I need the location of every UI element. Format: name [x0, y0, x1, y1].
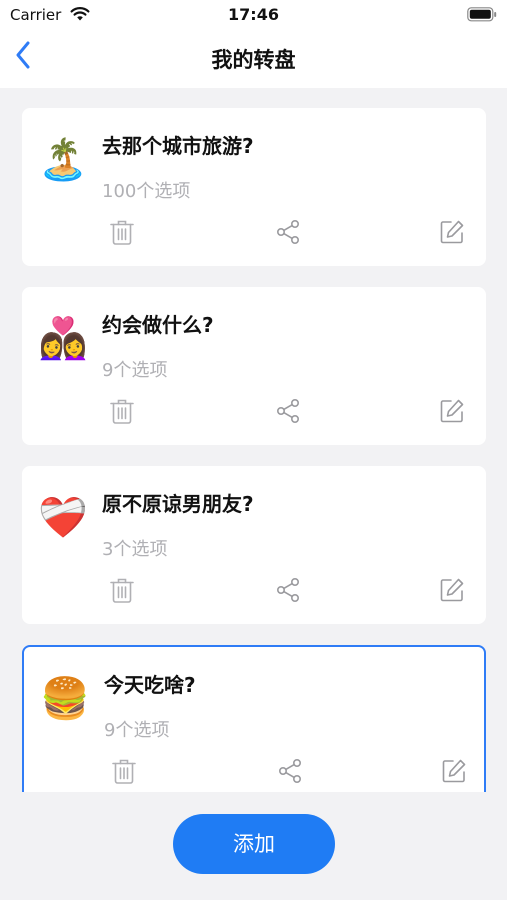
wheel-option-count: 100个选项 — [102, 181, 191, 202]
share-icon — [276, 577, 299, 602]
page-title: 我的转盘 — [211, 48, 296, 72]
hamburger-icon: 🍔 — [40, 676, 90, 722]
share-icon — [276, 219, 299, 244]
edit-button[interactable] — [438, 397, 466, 425]
delete-button[interactable] — [108, 576, 136, 604]
delete-button[interactable] — [108, 218, 136, 246]
edit-button[interactable] — [438, 576, 466, 604]
trash-icon — [110, 399, 134, 424]
wheel-card[interactable]: ❤️‍🩹 原不原谅男朋友? 3个选项 — [22, 466, 486, 624]
edit-icon — [440, 220, 464, 244]
share-button[interactable] — [276, 757, 304, 785]
card-actions — [22, 397, 486, 427]
card-actions — [22, 218, 486, 248]
trash-icon — [112, 759, 136, 784]
wheel-list[interactable]: 🏝️ 去那个城市旅游? 100个选项 👩‍❤️‍👩 约会做什么? 9个选项 — [0, 88, 507, 792]
edit-icon — [440, 578, 464, 602]
delete-button[interactable] — [108, 397, 136, 425]
top-bar: Carrier 17:46 我的转盘 — [0, 0, 507, 88]
edit-button[interactable] — [438, 218, 466, 246]
edit-icon — [442, 759, 466, 783]
wheel-card[interactable]: 🍔 今天吃啥? 9个选项 — [22, 645, 486, 792]
wheel-option-count: 9个选项 — [104, 720, 170, 741]
wheel-option-count: 3个选项 — [102, 539, 168, 560]
couple-heart-icon: 👩‍❤️‍👩 — [38, 316, 88, 362]
trash-icon — [110, 220, 134, 245]
status-time: 17:46 — [228, 5, 279, 24]
palm-island-icon: 🏝️ — [38, 137, 88, 183]
card-actions — [24, 757, 488, 787]
trash-icon — [110, 578, 134, 603]
share-button[interactable] — [274, 576, 302, 604]
share-icon — [276, 398, 299, 423]
share-icon — [278, 758, 301, 783]
wheel-title: 去那个城市旅游? — [102, 134, 254, 158]
wheel-card[interactable]: 👩‍❤️‍👩 约会做什么? 9个选项 — [22, 287, 486, 445]
wheel-title: 约会做什么? — [102, 313, 214, 337]
status-bar: Carrier 17:46 — [0, 0, 507, 30]
bottom-bar: 添加 — [0, 792, 507, 900]
add-button[interactable]: 添加 — [173, 814, 335, 874]
edit-button[interactable] — [440, 757, 468, 785]
wheel-card[interactable]: 🏝️ 去那个城市旅游? 100个选项 — [22, 108, 486, 266]
share-button[interactable] — [274, 218, 302, 246]
edit-icon — [440, 399, 464, 423]
share-button[interactable] — [274, 397, 302, 425]
wheel-option-count: 9个选项 — [102, 360, 168, 381]
mending-heart-icon: ❤️‍🩹 — [38, 495, 88, 541]
nav-bar: 我的转盘 — [0, 34, 507, 80]
wheel-title: 今天吃啥? — [104, 673, 196, 697]
battery-icon — [467, 7, 497, 26]
delete-button[interactable] — [110, 757, 138, 785]
wheel-title: 原不原谅男朋友? — [102, 492, 254, 516]
card-actions — [22, 576, 486, 606]
